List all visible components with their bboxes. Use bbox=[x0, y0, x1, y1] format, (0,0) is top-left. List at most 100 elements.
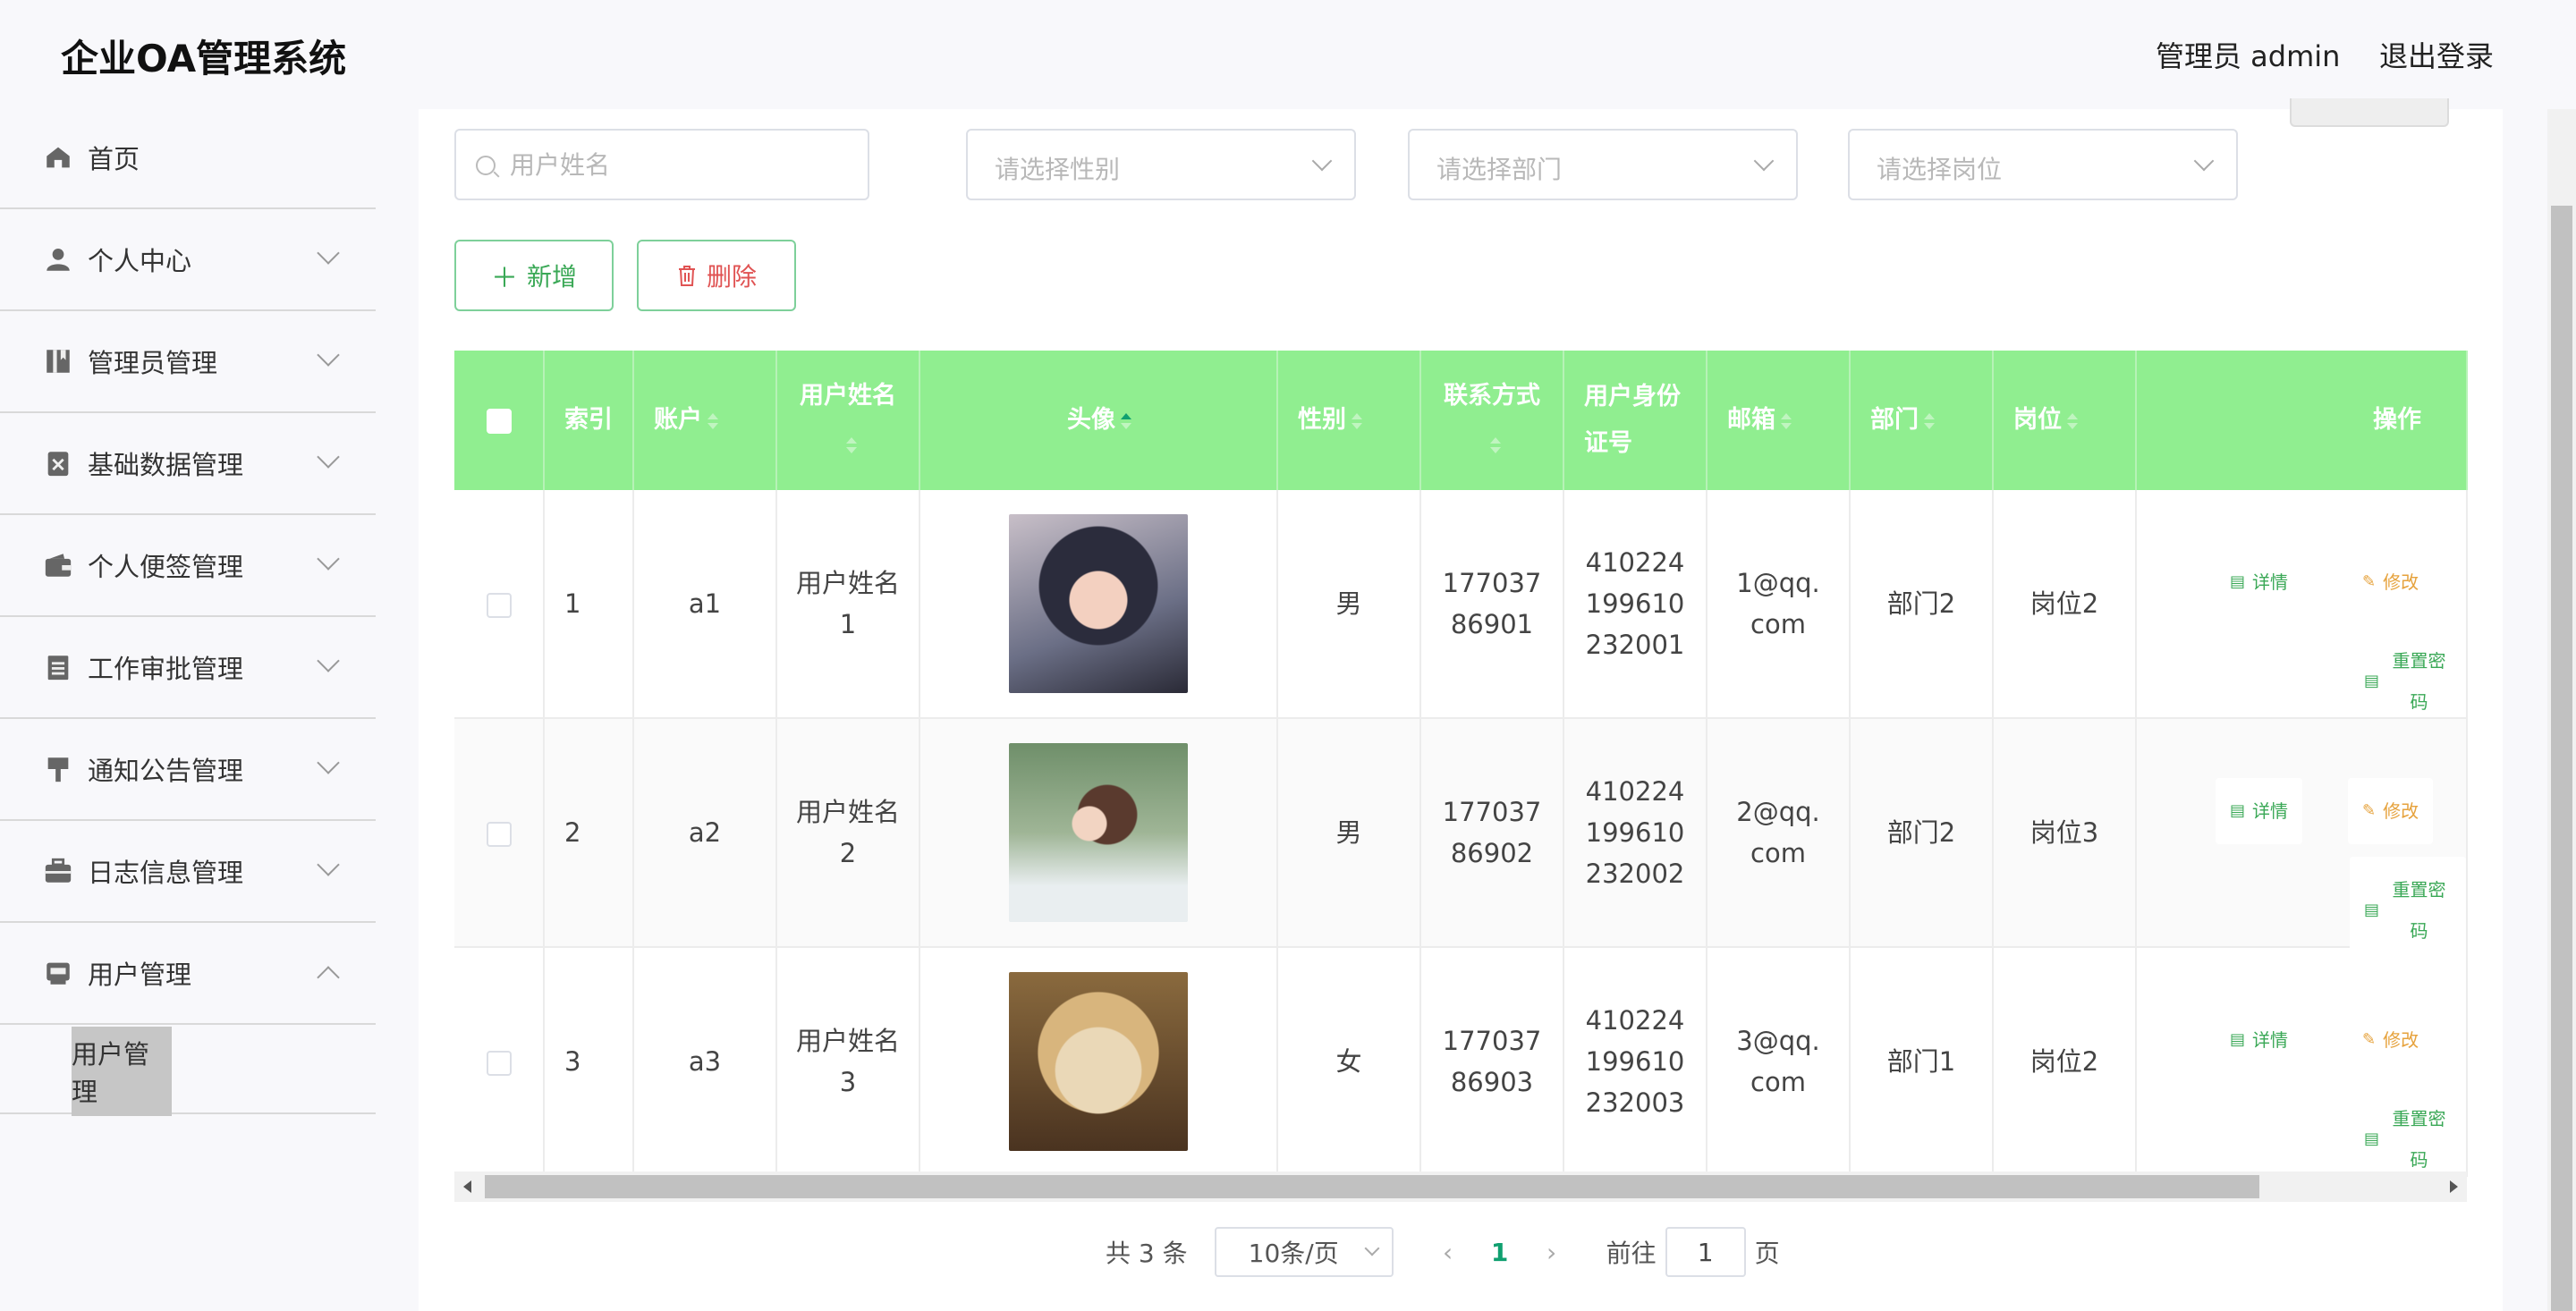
scroll-right-arrow-icon[interactable] bbox=[2450, 1180, 2458, 1193]
row-select-cell bbox=[454, 490, 545, 719]
scroll-left-arrow-icon[interactable] bbox=[463, 1180, 471, 1193]
sidebar-item-home[interactable]: 首页 bbox=[0, 107, 376, 209]
row-select-cell bbox=[454, 947, 545, 1177]
reset-label: 重置密码 bbox=[2392, 879, 2446, 942]
column-header-avatar[interactable]: 头像 bbox=[919, 351, 1278, 490]
user-avatar-image[interactable] bbox=[1009, 972, 1188, 1151]
sort-icon[interactable] bbox=[1781, 412, 1792, 429]
cell-post: 岗位2 bbox=[1993, 947, 2137, 1177]
sort-icon[interactable] bbox=[1924, 412, 1935, 429]
post-select[interactable]: 请选择岗位 bbox=[1848, 129, 2238, 200]
sort-icon[interactable] bbox=[846, 436, 857, 453]
column-header-department[interactable]: 部门 bbox=[1850, 351, 1994, 490]
scrollbar-thumb[interactable] bbox=[2551, 206, 2572, 1311]
plus-icon: ＋ bbox=[490, 263, 518, 294]
detail-button[interactable]: ▤ 详情 bbox=[2216, 1007, 2302, 1073]
user-avatar-image[interactable] bbox=[1009, 743, 1188, 922]
column-header-gender[interactable]: 性别 bbox=[1277, 351, 1421, 490]
sidebar-item-personal-center[interactable]: 个人中心 bbox=[0, 209, 376, 311]
department-select[interactable]: 请选择部门 bbox=[1408, 129, 1798, 200]
page-number-current[interactable]: 1 bbox=[1467, 1238, 1533, 1267]
column-header-email[interactable]: 邮箱 bbox=[1707, 351, 1851, 490]
column-header-post[interactable]: 岗位 bbox=[1993, 351, 2137, 490]
select-all-cell bbox=[454, 351, 545, 490]
table-header-row: 索引 账户 用户姓名 头像 性别 联系方式 用户身份证号 邮箱 部门 岗位 操作 bbox=[454, 351, 2468, 490]
search-icon bbox=[476, 156, 496, 175]
sort-icon[interactable] bbox=[2067, 412, 2078, 429]
column-header-label: 邮箱 bbox=[1727, 406, 1775, 434]
user-name-search-input-wrapper bbox=[454, 129, 869, 200]
page-vertical-scrollbar[interactable] bbox=[2547, 109, 2576, 1311]
edit-label: 修改 bbox=[2383, 800, 2419, 822]
column-header-label: 索引 bbox=[564, 406, 613, 434]
logout-link[interactable]: 退出登录 bbox=[2379, 34, 2494, 75]
current-user-label: 管理员 admin bbox=[2156, 39, 2341, 73]
table-row: 3 a3 用户姓名3 女 17703786903 410224199610232… bbox=[454, 947, 2468, 1177]
sidebar-item-label: 通知公告管理 bbox=[88, 756, 244, 786]
table-row: 1 a1 用户姓名1 男 17703786901 410224199610232… bbox=[454, 490, 2468, 719]
delete-users-button[interactable]: 删除 bbox=[637, 240, 796, 311]
row-checkbox[interactable] bbox=[486, 593, 512, 618]
scrollbar-thumb[interactable] bbox=[485, 1175, 2259, 1198]
chevron-down-icon bbox=[317, 853, 340, 876]
column-header-label: 操作 bbox=[2373, 406, 2421, 434]
chevron-down-icon bbox=[317, 445, 340, 469]
sidebar-item-user-management[interactable]: 用户管理 bbox=[0, 923, 376, 1025]
gender-select-placeholder: 请选择性别 bbox=[995, 155, 1121, 184]
cell-avatar bbox=[919, 490, 1278, 719]
page-size-select[interactable]: 10条/页 bbox=[1214, 1227, 1394, 1277]
cell-idcard: 410224199610232001 bbox=[1563, 490, 1707, 719]
user-avatar-image[interactable] bbox=[1009, 514, 1188, 693]
column-header-phone[interactable]: 联系方式 bbox=[1420, 351, 1564, 490]
column-header-label: 性别 bbox=[1298, 406, 1346, 434]
detail-label: 详情 bbox=[2252, 800, 2289, 822]
cell-account: a2 bbox=[633, 718, 777, 948]
gender-select[interactable]: 请选择性别 bbox=[966, 129, 1356, 200]
user-name-search-input[interactable] bbox=[510, 147, 850, 182]
edit-button[interactable]: ✎ 修改 bbox=[2348, 1007, 2433, 1073]
detail-button[interactable]: ▤ 详情 bbox=[2216, 549, 2302, 615]
user-table: 索引 账户 用户姓名 头像 性别 联系方式 用户身份证号 邮箱 部门 岗位 操作… bbox=[454, 351, 2468, 1202]
goto-page-input[interactable] bbox=[1665, 1227, 1746, 1277]
edit-pencil-icon: ✎ bbox=[2362, 1030, 2377, 1049]
table-horizontal-scrollbar[interactable] bbox=[454, 1171, 2467, 1202]
detail-button[interactable]: ▤ 详情 bbox=[2216, 778, 2303, 844]
sidebar-item-basic-data[interactable]: 基础数据管理 bbox=[0, 413, 376, 515]
edit-label: 修改 bbox=[2383, 571, 2419, 593]
sidebar-item-admin-management[interactable]: 管理员管理 bbox=[0, 311, 376, 413]
sort-icon[interactable] bbox=[708, 412, 718, 429]
column-header-account[interactable]: 账户 bbox=[633, 351, 777, 490]
book-icon bbox=[47, 350, 70, 373]
sort-ascending-icon[interactable] bbox=[1121, 412, 1131, 429]
sort-icon[interactable] bbox=[1490, 436, 1501, 453]
cell-name: 用户姓名1 bbox=[776, 490, 920, 719]
cell-email: 1@qq.com bbox=[1707, 490, 1851, 719]
cell-operations: ▤ 详情 ✎ 修改 ▤ 重置密码 bbox=[2136, 947, 2468, 1177]
sidebar-item-logs[interactable]: 日志信息管理 bbox=[0, 821, 376, 923]
row-checkbox[interactable] bbox=[486, 1051, 512, 1076]
collapsed-button-edge[interactable] bbox=[2290, 98, 2449, 127]
chevron-down-icon bbox=[2193, 150, 2215, 172]
edit-button[interactable]: ✎ 修改 bbox=[2348, 778, 2434, 844]
edit-pencil-icon: ✎ bbox=[2362, 801, 2377, 820]
chevron-down-icon bbox=[1311, 150, 1333, 172]
chevron-down-icon bbox=[317, 649, 340, 672]
goto-label: 前往 bbox=[1606, 1239, 1657, 1268]
sidebar-item-notes[interactable]: 个人便签管理 bbox=[0, 515, 376, 617]
next-page-button[interactable]: › bbox=[1533, 1238, 1571, 1267]
wallet-icon bbox=[45, 554, 72, 577]
sidebar-item-announcements[interactable]: 通知公告管理 bbox=[0, 719, 376, 821]
row-checkbox[interactable] bbox=[486, 822, 512, 847]
prev-page-button[interactable]: ‹ bbox=[1429, 1238, 1467, 1267]
select-all-checkbox[interactable] bbox=[486, 408, 512, 434]
edit-button[interactable]: ✎ 修改 bbox=[2348, 549, 2433, 615]
sidebar-item-approval[interactable]: 工作审批管理 bbox=[0, 617, 376, 719]
submenu-item-user-management[interactable]: 用户管理 bbox=[72, 1027, 172, 1116]
column-header-name[interactable]: 用户姓名 bbox=[776, 351, 920, 490]
add-user-button[interactable]: ＋ 新增 bbox=[454, 240, 614, 311]
chevron-up-icon bbox=[317, 966, 340, 989]
inbox-icon bbox=[47, 962, 70, 985]
sort-icon[interactable] bbox=[1352, 412, 1362, 429]
column-header-idcard[interactable]: 用户身份证号 bbox=[1563, 351, 1707, 490]
chevron-down-icon bbox=[317, 343, 340, 367]
